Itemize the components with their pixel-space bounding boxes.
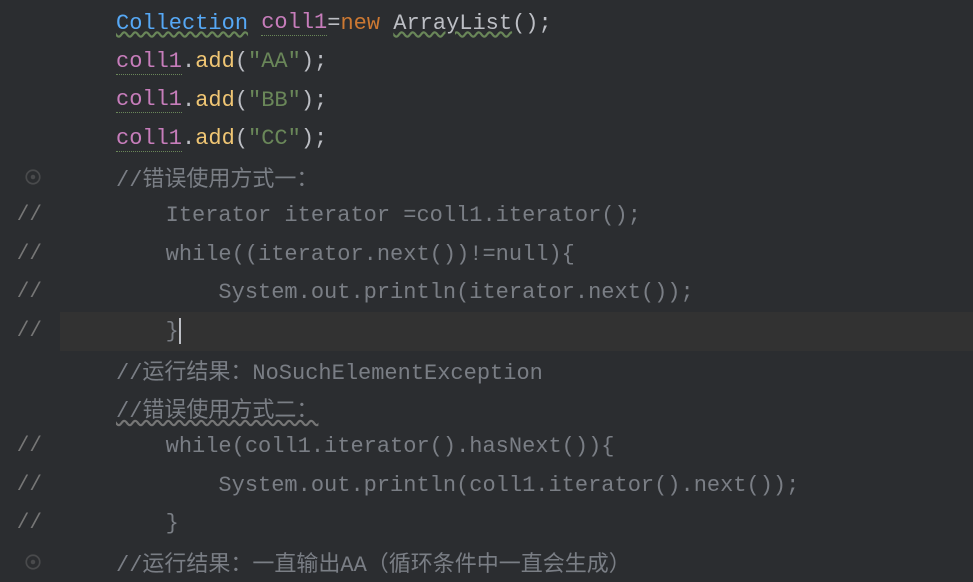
comment: //运行结果：NoSuchElementException bbox=[116, 354, 543, 386]
code-line[interactable]: coll1.add("BB"); bbox=[60, 81, 973, 120]
string-literal: "CC" bbox=[248, 126, 301, 151]
gutter-comment-marker: // bbox=[0, 428, 50, 467]
comment-code: while(coll1.iterator().hasNext()){ bbox=[60, 434, 615, 459]
string-literal: "BB" bbox=[248, 88, 301, 113]
variable: coll1 bbox=[116, 87, 182, 113]
code-editor[interactable]: // // // // // // // Collection coll1=ne… bbox=[0, 0, 973, 581]
comment-code: System.out.println(coll1.iterator().next… bbox=[60, 473, 799, 498]
method-call: add bbox=[195, 88, 235, 113]
editor-gutter: // // // // // // // bbox=[0, 0, 50, 581]
gutter-comment-marker: // bbox=[0, 312, 50, 351]
comment: //错误使用方式一： bbox=[116, 161, 318, 193]
code-line[interactable]: while((iterator.next())!=null){ bbox=[60, 235, 973, 274]
gutter-comment-marker: // bbox=[0, 235, 50, 274]
keyword: new bbox=[340, 11, 380, 36]
comment-code: System.out.println(iterator.next()); bbox=[60, 280, 694, 305]
code-line[interactable]: } bbox=[60, 505, 973, 544]
code-line[interactable]: //运行结果：一直输出AA（循环条件中一直会生成） bbox=[60, 543, 973, 582]
code-line-active[interactable]: } bbox=[60, 312, 973, 351]
gutter-icon-row bbox=[0, 543, 50, 582]
gutter-blank bbox=[0, 389, 50, 428]
gutter-blank bbox=[0, 43, 50, 82]
code-line[interactable]: //运行结果：NoSuchElementException bbox=[60, 351, 973, 390]
variable: coll1 bbox=[261, 10, 327, 36]
inspection-icon bbox=[24, 553, 42, 571]
comment-code: while((iterator.next())!=null){ bbox=[60, 242, 575, 267]
string-literal: "AA" bbox=[248, 49, 301, 74]
comment-code: } bbox=[60, 319, 179, 344]
code-line[interactable]: //错误使用方式一： bbox=[60, 158, 973, 197]
class-ref: ArrayList bbox=[393, 11, 512, 36]
comment-code: Iterator iterator =coll1.iterator(); bbox=[60, 203, 641, 228]
code-line[interactable]: System.out.println(iterator.next()); bbox=[60, 274, 973, 313]
gutter-comment-marker: // bbox=[0, 505, 50, 544]
gutter-comment-marker: // bbox=[0, 197, 50, 236]
code-line[interactable]: while(coll1.iterator().hasNext()){ bbox=[60, 428, 973, 467]
inspection-icon bbox=[24, 168, 42, 186]
code-area[interactable]: Collection coll1=new ArrayList(); coll1.… bbox=[50, 0, 973, 581]
variable: coll1 bbox=[116, 126, 182, 152]
gutter-comment-marker: // bbox=[0, 274, 50, 313]
code-line[interactable]: Iterator iterator =coll1.iterator(); bbox=[60, 197, 973, 236]
code-line[interactable]: coll1.add("CC"); bbox=[60, 120, 973, 159]
method-call: add bbox=[195, 126, 235, 151]
text-cursor bbox=[179, 318, 181, 344]
method-call: add bbox=[195, 49, 235, 74]
comment: //运行结果：一直输出AA（循环条件中一直会生成） bbox=[116, 546, 631, 578]
comment: //错误使用方式二： bbox=[116, 392, 318, 424]
gutter-blank bbox=[0, 120, 50, 159]
gutter-blank bbox=[0, 4, 50, 43]
code-line[interactable]: //错误使用方式二： bbox=[60, 389, 973, 428]
code-line[interactable]: coll1.add("AA"); bbox=[60, 43, 973, 82]
comment-code: } bbox=[60, 511, 179, 536]
gutter-icon-row bbox=[0, 158, 50, 197]
gutter-blank bbox=[0, 351, 50, 390]
code-line[interactable]: Collection coll1=new ArrayList(); bbox=[60, 4, 973, 43]
variable: coll1 bbox=[116, 49, 182, 75]
gutter-comment-marker: // bbox=[0, 466, 50, 505]
gutter-blank bbox=[0, 81, 50, 120]
type-ref: Collection bbox=[116, 11, 248, 36]
code-line[interactable]: System.out.println(coll1.iterator().next… bbox=[60, 466, 973, 505]
